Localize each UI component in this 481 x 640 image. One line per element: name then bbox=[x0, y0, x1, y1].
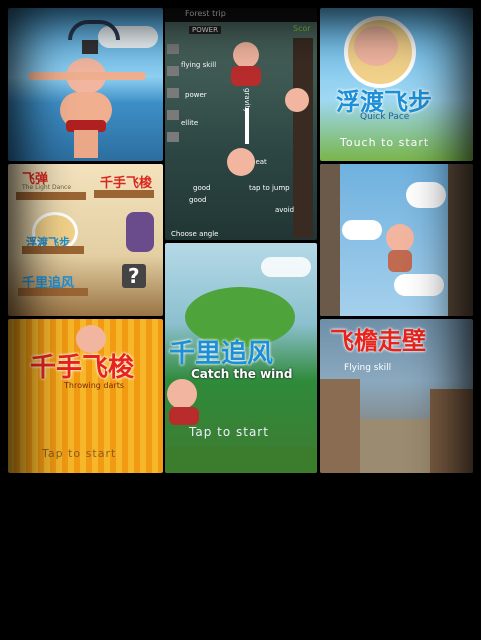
label-power: power bbox=[185, 91, 207, 99]
tree-trunk bbox=[293, 38, 313, 238]
tile-flying-skill[interactable]: 飞檐走壁 Flying skill bbox=[320, 319, 473, 473]
ground bbox=[165, 447, 317, 473]
pig-body bbox=[388, 250, 412, 272]
pig-head bbox=[167, 379, 197, 409]
tile-pig-jump[interactable] bbox=[8, 8, 163, 161]
pig-center bbox=[227, 148, 255, 176]
label-avoid: avoid bbox=[275, 206, 295, 214]
label-good-1: good bbox=[193, 184, 211, 192]
building bbox=[430, 389, 473, 473]
pig-legs bbox=[74, 130, 98, 158]
reflection bbox=[0, 478, 481, 640]
pig-right bbox=[285, 88, 309, 112]
arrow-icon bbox=[245, 108, 249, 144]
game-title: 千手飞梭 bbox=[30, 353, 135, 383]
reflection-fade bbox=[0, 478, 481, 640]
screenshot-stage: Forest trip Scor POWER flying skill powe… bbox=[0, 0, 481, 640]
label-flying-skill: flying skill bbox=[181, 61, 217, 69]
pig-arms bbox=[28, 72, 146, 80]
label-good-2: good bbox=[189, 196, 207, 204]
game-subtitle: Throwing darts bbox=[64, 381, 124, 390]
pig-top bbox=[233, 42, 259, 68]
label-choose-angle: Choose angle bbox=[171, 230, 219, 238]
menu-character bbox=[126, 212, 154, 252]
stool bbox=[82, 40, 98, 54]
menu-question[interactable]: ? bbox=[122, 264, 146, 288]
game-subtitle: Flying skill bbox=[344, 363, 392, 373]
menu-item-darts[interactable]: 千手飞梭 bbox=[100, 172, 152, 191]
score-label: Scor bbox=[293, 24, 311, 33]
building-right bbox=[448, 164, 473, 316]
pig-head bbox=[354, 26, 398, 66]
rotate-arrow-icon bbox=[68, 20, 120, 40]
menu-sign-4 bbox=[18, 288, 88, 296]
cloud bbox=[261, 257, 311, 277]
label-ellite: ellite bbox=[181, 119, 199, 127]
game-subtitle: Catch the wind bbox=[191, 367, 293, 381]
tile-menu[interactable]: 飞弹 The Light Dance 千手飞梭 浮渡飞步 千里追风 ? bbox=[8, 164, 163, 316]
label-tap-to-jump: tap to jump bbox=[249, 184, 290, 192]
touch-to-start[interactable]: Touch to start bbox=[340, 136, 429, 149]
skill-icons-column bbox=[167, 44, 179, 154]
power-badge: POWER bbox=[189, 26, 221, 34]
level-header: Forest trip bbox=[185, 9, 226, 18]
menu-sign-2 bbox=[94, 190, 154, 198]
building bbox=[320, 379, 360, 473]
tap-to-start[interactable]: Tap to start bbox=[189, 425, 269, 439]
menu-logo-sub: The Light Dance bbox=[22, 184, 72, 191]
tap-to-start[interactable]: Tap to start bbox=[42, 447, 116, 460]
menu-sign-1 bbox=[16, 192, 86, 200]
pig-top-body bbox=[231, 66, 261, 86]
game-subtitle: Quick Pace bbox=[360, 112, 410, 122]
game-title: 千里追风 bbox=[169, 339, 274, 369]
street bbox=[360, 419, 430, 473]
tile-catch-wind[interactable]: 千里追风 Catch the wind Tap to start bbox=[165, 243, 317, 473]
cloud bbox=[394, 274, 444, 296]
building-left bbox=[320, 164, 340, 316]
cloud bbox=[406, 182, 446, 208]
tile-forest-trip[interactable]: Forest trip Scor POWER flying skill powe… bbox=[165, 8, 317, 240]
game-title: 飞檐走壁 bbox=[330, 327, 426, 355]
pig-body bbox=[169, 407, 199, 425]
pig-head bbox=[386, 224, 414, 252]
menu-sign-3 bbox=[22, 246, 84, 254]
tile-darts[interactable]: 千手飞梭 Throwing darts Tap to start bbox=[8, 319, 163, 473]
tile-cloud-city[interactable] bbox=[320, 164, 473, 316]
cloud bbox=[342, 220, 382, 240]
tile-quick-pace[interactable]: 浮渡飞步 Quick Pace Touch to start bbox=[320, 8, 473, 161]
